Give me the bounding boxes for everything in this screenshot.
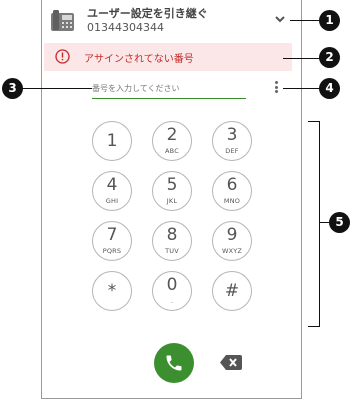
more-options-icon[interactable] [272, 80, 280, 98]
header[interactable]: ユーザー設定を引き継ぐ 01344304344 [42, 0, 301, 40]
key-2[interactable]: 2 ABC [152, 121, 192, 161]
callout-1-line [290, 20, 320, 21]
callout-5-bracket-bottom [308, 326, 320, 327]
callout-5-line [319, 222, 329, 223]
phone-icon [166, 355, 182, 371]
number-input[interactable] [92, 80, 246, 97]
key-6[interactable]: 6 MNO [212, 171, 252, 211]
key-8[interactable]: 8 TUV [152, 221, 192, 261]
callout-3: 3 [2, 78, 23, 99]
key-digit: 5 [166, 175, 178, 195]
alert-circle-icon [55, 49, 70, 64]
key-letters: DEF [225, 147, 239, 155]
key-letters: . [170, 297, 174, 305]
key-9[interactable]: 9 WXYZ [212, 221, 252, 261]
number-input-field[interactable] [92, 80, 246, 99]
key-5[interactable]: 5 JKL [152, 171, 192, 211]
key-digit: 3 [226, 125, 238, 145]
chevron-down-icon[interactable] [274, 14, 286, 24]
dialer-panel: ユーザー設定を引き継ぐ 01344304344 アサインされてない番号 1 2 AB… [41, 0, 302, 399]
header-number: 01344304344 [87, 21, 164, 34]
key-digit: * [107, 281, 117, 301]
key-1[interactable]: 1 [92, 121, 132, 161]
key-digit: # [224, 281, 240, 301]
key-digit: 2 [166, 125, 178, 145]
key-digit: 6 [226, 175, 238, 195]
callout-3-line [22, 88, 92, 89]
desk-phone-icon [51, 10, 74, 31]
key-letters: PQRS [102, 247, 122, 255]
key-letters: TUV [165, 247, 179, 255]
key-digit: 9 [226, 225, 238, 245]
alert-text: アサインされてない番号 [84, 54, 194, 65]
callout-2-line [283, 58, 320, 59]
callout-4: 4 [319, 78, 340, 99]
callout-1: 1 [319, 10, 340, 31]
key-letters: ABC [165, 147, 179, 155]
key-letters: MNO [223, 197, 241, 205]
key-3[interactable]: 3 DEF [212, 121, 252, 161]
key-letters: JKL [166, 197, 178, 205]
key-digit: 7 [106, 225, 118, 245]
call-button[interactable] [154, 343, 194, 383]
key-hash[interactable]: # [212, 271, 252, 311]
key-star[interactable]: * [92, 271, 132, 311]
callout-4-line [283, 88, 320, 89]
callout-2: 2 [319, 47, 340, 68]
header-title: ユーザー設定を引き継ぐ [87, 7, 208, 20]
backspace-icon[interactable] [220, 355, 242, 370]
key-letters: GHI [105, 197, 119, 205]
key-letters: WXYZ [221, 247, 243, 255]
callout-5-bracket-vertical [319, 121, 320, 327]
callout-5: 5 [329, 212, 350, 233]
key-digit: 4 [106, 175, 118, 195]
key-7[interactable]: 7 PQRS [92, 221, 132, 261]
key-digit: 1 [106, 131, 118, 151]
unassigned-alert: アサインされてない番号 [44, 43, 292, 71]
key-digit: 8 [166, 225, 178, 245]
key-0[interactable]: 0. [152, 271, 192, 311]
key-digit: 0 [166, 275, 178, 295]
key-4[interactable]: 4 GHI [92, 171, 132, 211]
